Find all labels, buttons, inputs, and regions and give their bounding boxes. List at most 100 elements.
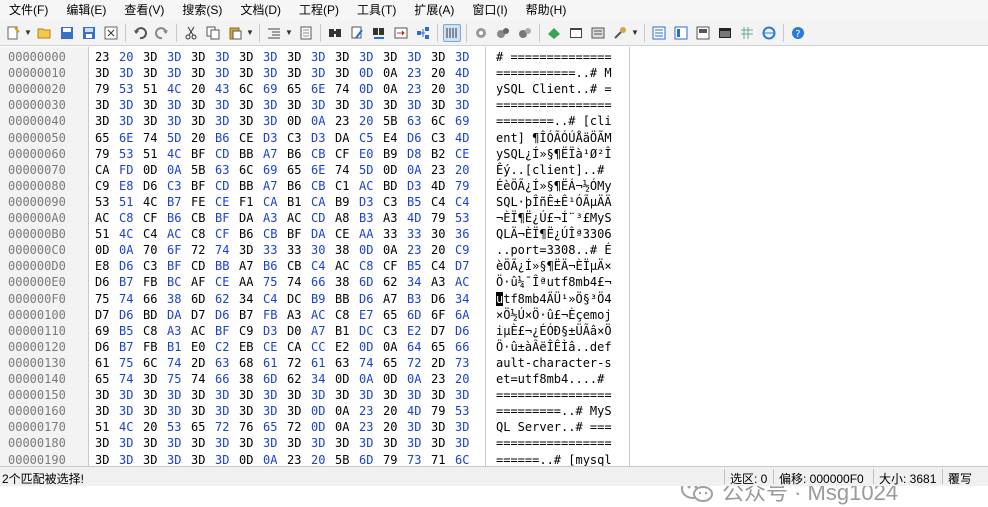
hex-byte[interactable]: 0A [407, 371, 431, 387]
hex-byte[interactable]: DA [167, 307, 191, 323]
hex-byte[interactable]: 65 [191, 419, 215, 435]
hex-byte[interactable]: 3D [383, 97, 407, 113]
hex-byte[interactable]: 20 [119, 49, 143, 65]
hex-byte[interactable]: 0A [383, 65, 407, 81]
compare-icon[interactable] [516, 24, 534, 42]
ascii-row[interactable]: ySQL Client..# = [496, 81, 612, 97]
hex-byte[interactable]: 63 [335, 355, 359, 371]
hex-byte[interactable]: CE [455, 146, 479, 162]
hex-byte[interactable]: 3D [455, 49, 479, 65]
hex-byte[interactable]: 3D [239, 435, 263, 451]
menu-item-8[interactable]: 窗口(I) [463, 0, 516, 20]
hex-byte[interactable]: 3D [407, 435, 431, 451]
hex-byte[interactable]: 3D [455, 387, 479, 403]
hex-byte[interactable]: 3D [143, 387, 167, 403]
hex-row[interactable]: 3D 3D 3D 3D 3D 3D 3D 3D 3D 0D 0A 23 20 4D 79 53 [95, 403, 479, 419]
hex-byte[interactable]: 70 [143, 242, 167, 258]
hex-row[interactable]: 23 20 3D 3D 3D 3D 3D 3D 3D 3D 3D 3D 3D 3D 3D 3D [95, 49, 479, 65]
find-in-files-icon[interactable] [370, 24, 388, 42]
hex-byte[interactable]: C9 [239, 323, 263, 339]
hex-byte[interactable]: 3D [455, 419, 479, 435]
hex-byte[interactable]: 3D [311, 97, 335, 113]
hex-byte[interactable]: 33 [287, 242, 311, 258]
hex-byte[interactable]: 4D [407, 403, 431, 419]
hex-byte[interactable]: DC [359, 323, 383, 339]
hex-byte[interactable]: 4D [455, 130, 479, 146]
hex-byte[interactable]: C8 [143, 323, 167, 339]
hex-byte[interactable]: CF [143, 210, 167, 226]
hex-byte[interactable]: CD [311, 210, 335, 226]
hex-byte[interactable]: A7 [263, 178, 287, 194]
hex-byte[interactable]: BD [383, 178, 407, 194]
hex-byte[interactable]: 65 [383, 355, 407, 371]
menu-item-1[interactable]: 编辑(E) [57, 0, 115, 20]
hex-byte[interactable]: 3D [215, 49, 239, 65]
hex-byte[interactable]: 20 [359, 113, 383, 129]
hex-byte[interactable]: 0D [95, 242, 119, 258]
hex-byte[interactable]: D6 [143, 178, 167, 194]
hex-byte[interactable]: 74 [335, 162, 359, 178]
hex-byte[interactable]: CF [215, 226, 239, 242]
hex-byte[interactable]: 63 [215, 355, 239, 371]
ascii-row[interactable]: ..port=3308..# É [496, 242, 612, 258]
hex-byte[interactable]: C2 [215, 339, 239, 355]
hex-byte[interactable]: 20 [383, 419, 407, 435]
hex-byte[interactable]: 3D [407, 49, 431, 65]
hex-byte[interactable]: A3 [287, 307, 311, 323]
browser-icon[interactable] [760, 24, 778, 42]
hex-byte[interactable]: 63 [407, 113, 431, 129]
hex-byte[interactable]: CE [215, 194, 239, 210]
menu-item-0[interactable]: 文件(F) [0, 0, 57, 20]
hex-byte[interactable]: CB [263, 226, 287, 242]
hex-byte[interactable]: D6 [431, 291, 455, 307]
hex-byte[interactable]: 3D [263, 435, 287, 451]
hex-editor[interactable]: 00000000 00000010 00000020 00000030 00000040… [0, 47, 988, 505]
ascii-row[interactable]: ×Ö½Ú×Ö·û£¬Èçemoj [496, 307, 612, 323]
wrench-icon[interactable] [611, 24, 629, 42]
hex-byte[interactable]: FB [263, 307, 287, 323]
hex-byte[interactable]: 3D [311, 387, 335, 403]
hex-byte[interactable]: D7 [191, 307, 215, 323]
hex-byte[interactable]: 3D [167, 65, 191, 81]
hex-row[interactable]: 3D 3D 3D 3D 3D 3D 3D 3D 3D 3D 3D 3D 3D 3D 3D 3D [95, 435, 479, 451]
hex-byte[interactable]: 34 [311, 371, 335, 387]
hex-byte[interactable]: 3D [287, 65, 311, 81]
hex-byte[interactable]: 3D [215, 113, 239, 129]
new-file-icon[interactable] [4, 24, 22, 42]
hex-byte[interactable]: CC [311, 339, 335, 355]
hex-byte[interactable]: 65 [431, 339, 455, 355]
hex-byte[interactable]: 62 [287, 371, 311, 387]
hex-byte[interactable]: 6C [239, 162, 263, 178]
hex-byte[interactable]: B6 [287, 178, 311, 194]
hex-byte[interactable]: CA [263, 194, 287, 210]
hex-byte[interactable]: 72 [407, 355, 431, 371]
help-icon[interactable]: ? [789, 24, 807, 42]
hex-byte[interactable]: A7 [383, 291, 407, 307]
hex-byte[interactable]: 74 [287, 274, 311, 290]
ascii-row[interactable]: iµÈ£¬¿ÉÓÐ§±ÜÃâ×Ö [496, 323, 612, 339]
hex-byte[interactable]: 53 [167, 419, 191, 435]
hex-byte[interactable]: A7 [239, 258, 263, 274]
hex-byte[interactable]: DA [335, 130, 359, 146]
hex-row[interactable]: 61 75 6C 74 2D 63 68 61 72 61 63 74 65 72 2D 73 [95, 355, 479, 371]
hex-byte[interactable]: 3D [95, 113, 119, 129]
hex-byte[interactable]: C8 [191, 226, 215, 242]
hex-byte[interactable]: 0A [407, 162, 431, 178]
hex-byte[interactable]: 53 [455, 403, 479, 419]
copy-icon[interactable] [204, 24, 222, 42]
hex-byte[interactable]: 3D [119, 113, 143, 129]
find-next-icon[interactable] [348, 24, 366, 42]
hex-byte[interactable]: 20 [431, 242, 455, 258]
hex-byte[interactable]: 3D [287, 403, 311, 419]
hex-byte[interactable]: D6 [95, 339, 119, 355]
hex-byte[interactable]: B6 [287, 146, 311, 162]
hex-byte[interactable]: E4 [383, 130, 407, 146]
ascii-row[interactable]: ================ [496, 387, 612, 403]
hex-byte[interactable]: 3D [263, 113, 287, 129]
hex-byte[interactable]: E0 [191, 339, 215, 355]
hex-byte[interactable]: 3D [215, 65, 239, 81]
menu-item-4[interactable]: 文档(D) [231, 0, 290, 20]
hex-byte[interactable]: 3D [95, 435, 119, 451]
hex-byte[interactable]: 0D [311, 419, 335, 435]
hex-byte[interactable]: B7 [239, 307, 263, 323]
